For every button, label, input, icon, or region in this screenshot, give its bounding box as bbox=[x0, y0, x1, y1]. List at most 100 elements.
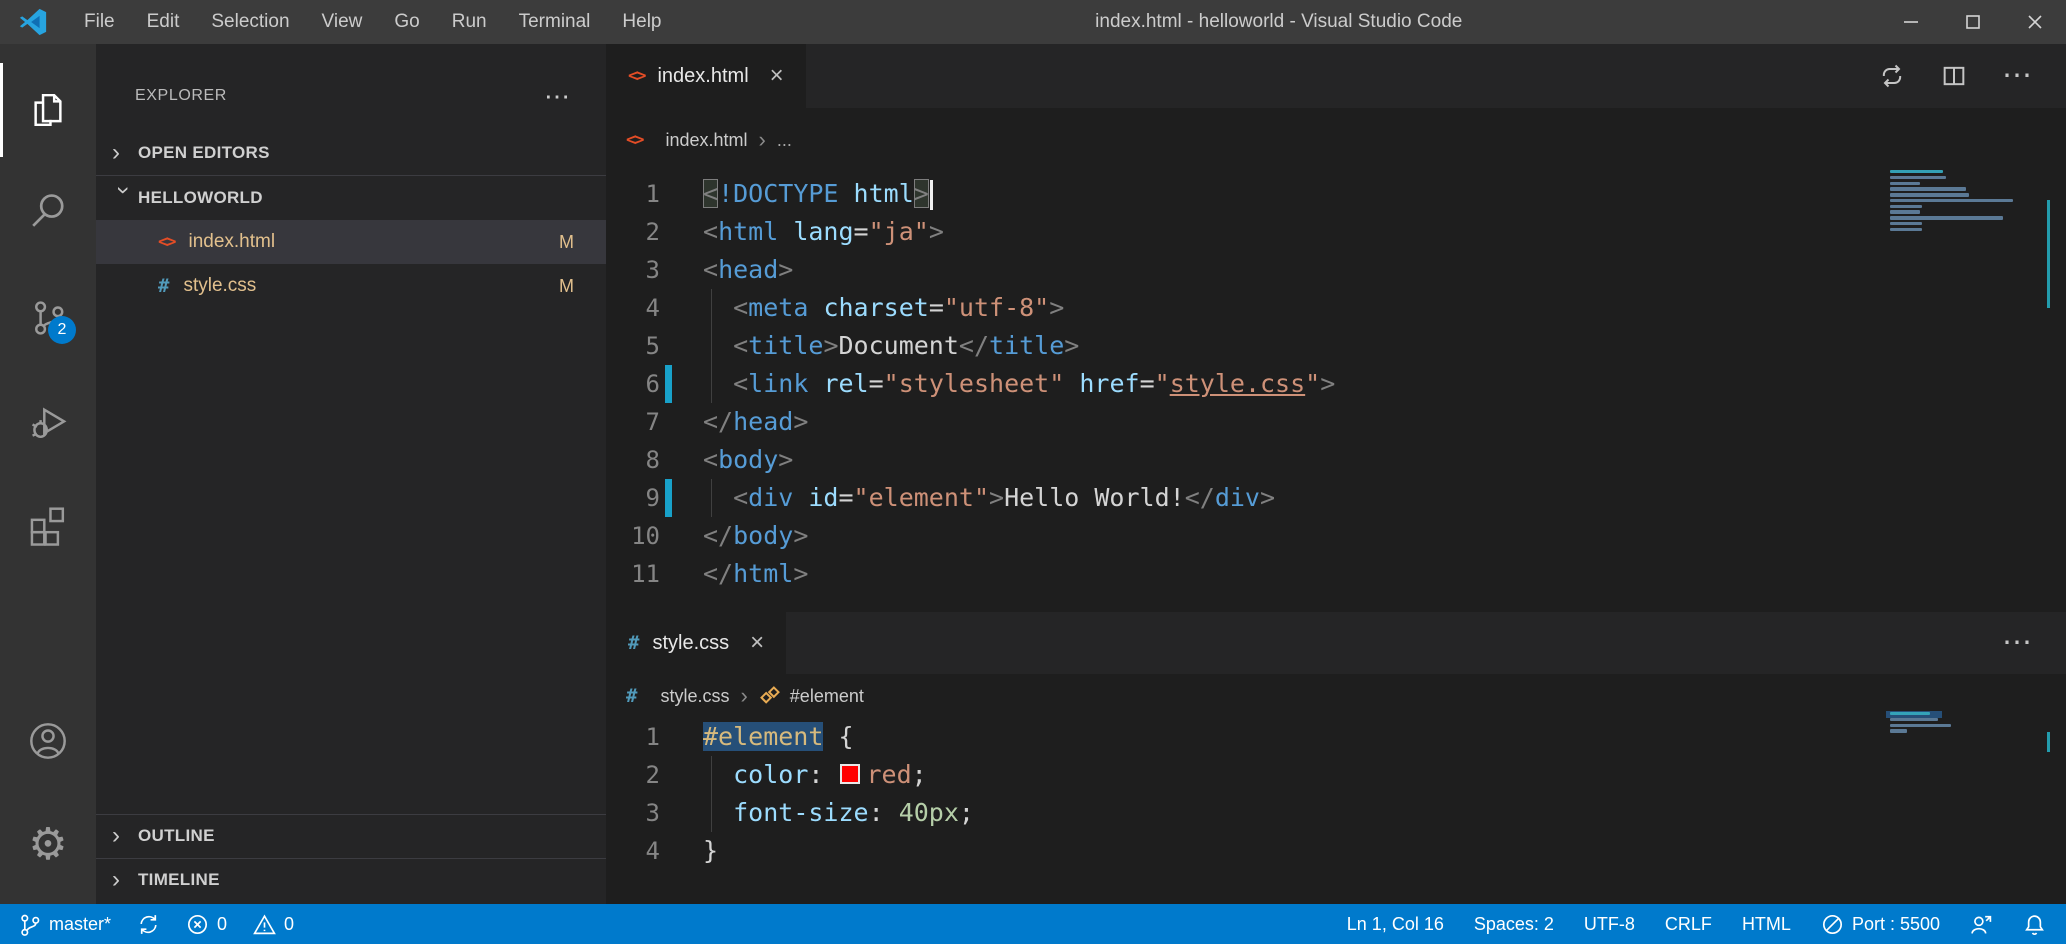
code-line[interactable]: 5 <title>Document</title> bbox=[606, 327, 2066, 365]
sidebar-item-extensions[interactable] bbox=[24, 502, 72, 550]
status-sync[interactable] bbox=[137, 904, 160, 944]
menu-terminal[interactable]: Terminal bbox=[503, 0, 607, 44]
breadcrumb[interactable]: <> index.html › ... bbox=[606, 118, 2066, 162]
code-line[interactable]: 3 font-size: 40px; bbox=[606, 794, 2066, 832]
status-label: UTF-8 bbox=[1584, 914, 1635, 935]
tab-style-css[interactable]: # style.css × bbox=[606, 612, 786, 674]
status-warnings[interactable]: 0 bbox=[253, 904, 294, 944]
maximize-button[interactable] bbox=[1942, 0, 2004, 44]
menu-view[interactable]: View bbox=[306, 0, 379, 44]
token: meta bbox=[748, 293, 808, 322]
breadcrumb[interactable]: # style.css › #element bbox=[606, 674, 2066, 718]
indent-guide bbox=[711, 756, 712, 832]
status-language-mode[interactable]: HTML bbox=[1742, 904, 1791, 944]
circle-slash-icon bbox=[1821, 913, 1844, 936]
line-number: 9 bbox=[606, 479, 660, 517]
status-cursor-position[interactable]: Ln 1, Col 16 bbox=[1347, 904, 1444, 944]
code-line[interactable]: 1<!DOCTYPE html> bbox=[606, 175, 2066, 213]
status-encoding[interactable]: UTF-8 bbox=[1584, 904, 1635, 944]
status-eol[interactable]: CRLF bbox=[1665, 904, 1712, 944]
token: = bbox=[929, 293, 944, 322]
breadcrumb-file[interactable]: style.css bbox=[660, 686, 729, 707]
section-open-editors[interactable]: › OPEN EDITORS bbox=[96, 131, 606, 175]
sidebar-item-search[interactable] bbox=[24, 187, 72, 235]
status-notifications[interactable] bbox=[2023, 904, 2046, 944]
file-style.css[interactable]: #style.cssM bbox=[96, 264, 606, 308]
status-feedback[interactable] bbox=[1970, 904, 1993, 944]
open-changes-icon[interactable] bbox=[1878, 62, 1906, 90]
color-swatch[interactable] bbox=[840, 764, 860, 784]
section-label: OPEN EDITORS bbox=[138, 143, 270, 163]
gutter bbox=[660, 794, 676, 832]
status-indentation[interactable]: Spaces: 2 bbox=[1474, 904, 1554, 944]
sidebar-item-explorer[interactable] bbox=[24, 86, 72, 134]
split-editor-icon[interactable] bbox=[1940, 62, 1968, 90]
token: html bbox=[838, 179, 913, 208]
search-icon bbox=[27, 190, 69, 232]
close-icon[interactable]: × bbox=[750, 629, 764, 657]
active-view-indicator bbox=[0, 63, 3, 157]
status-live-server-port[interactable]: Port : 5500 bbox=[1821, 904, 1940, 944]
code-line[interactable]: 8<body> bbox=[606, 441, 2066, 479]
code-editor-css[interactable]: 1#element {2 color: red;3 font-size: 40p… bbox=[606, 718, 2066, 870]
code-line[interactable]: 1#element { bbox=[606, 718, 2066, 756]
section-timeline[interactable]: › TIMELINE bbox=[96, 858, 606, 902]
line-number: 8 bbox=[606, 441, 660, 479]
minimap-line bbox=[1890, 210, 1920, 213]
tab-bar: <> index.html × ⋯ bbox=[606, 44, 2066, 108]
file-index.html[interactable]: <>index.htmlM bbox=[96, 220, 606, 264]
code-line[interactable]: 3<head> bbox=[606, 251, 2066, 289]
token bbox=[703, 369, 733, 398]
menu-edit[interactable]: Edit bbox=[131, 0, 196, 44]
menu-help[interactable]: Help bbox=[606, 0, 677, 44]
status-git-branch[interactable]: master* bbox=[18, 904, 111, 944]
code-line[interactable]: 2 color: red; bbox=[606, 756, 2066, 794]
tab-index-html[interactable]: <> index.html × bbox=[606, 44, 806, 108]
breadcrumb-symbol[interactable]: #element bbox=[790, 686, 864, 707]
code-line[interactable]: 9 <div id="element">Hello World!</div> bbox=[606, 479, 2066, 517]
extensions-icon bbox=[27, 505, 69, 547]
minimap[interactable] bbox=[1890, 170, 2040, 234]
menu-selection[interactable]: Selection bbox=[195, 0, 305, 44]
minimize-button[interactable] bbox=[1880, 0, 1942, 44]
code-line[interactable]: 10</body> bbox=[606, 517, 2066, 555]
status-label: Ln 1, Col 16 bbox=[1347, 914, 1444, 935]
close-button[interactable] bbox=[2004, 0, 2066, 44]
editor-group-css: # style.css × ⋯ # style.css › #element 1… bbox=[606, 612, 2066, 904]
token: href bbox=[1064, 369, 1139, 398]
settings-button[interactable]: ⚙ bbox=[24, 821, 72, 869]
status-label: Port : 5500 bbox=[1852, 914, 1940, 935]
accounts-button[interactable] bbox=[24, 717, 72, 765]
breadcrumb-file[interactable]: index.html bbox=[665, 130, 747, 151]
code-editor-html[interactable]: 1<!DOCTYPE html>2<html lang="ja">3<head>… bbox=[606, 175, 2066, 593]
minimap-line bbox=[1890, 170, 1943, 173]
close-icon[interactable]: × bbox=[770, 62, 784, 90]
menu-go[interactable]: Go bbox=[378, 0, 435, 44]
token: </ bbox=[1185, 483, 1215, 512]
menu-file[interactable]: File bbox=[68, 0, 131, 44]
token: = bbox=[838, 483, 853, 512]
code-line[interactable]: 2<html lang="ja"> bbox=[606, 213, 2066, 251]
css-file-icon: # bbox=[158, 275, 169, 297]
status-label: HTML bbox=[1742, 914, 1791, 935]
minimap-line bbox=[1890, 176, 1946, 179]
token: > bbox=[1064, 331, 1079, 360]
chevron-right-icon: › bbox=[757, 127, 768, 153]
menu-run[interactable]: Run bbox=[436, 0, 503, 44]
code-text: <html lang="ja"> bbox=[676, 213, 944, 251]
token: title bbox=[748, 331, 823, 360]
token: = bbox=[869, 369, 884, 398]
minimap[interactable] bbox=[1890, 712, 2040, 735]
section-outline[interactable]: › OUTLINE bbox=[96, 814, 606, 858]
code-line[interactable]: 4 <meta charset="utf-8"> bbox=[606, 289, 2066, 327]
section-folder-helloworld[interactable]: › HELLOWORLD bbox=[96, 176, 606, 220]
code-line[interactable]: 7</head> bbox=[606, 403, 2066, 441]
css-file-icon: # bbox=[628, 632, 639, 654]
sidebar-item-run-debug[interactable] bbox=[24, 398, 72, 446]
status-errors[interactable]: 0 bbox=[186, 904, 227, 944]
explorer-more-actions-button[interactable]: ⋯ bbox=[544, 70, 570, 122]
code-line[interactable]: 4} bbox=[606, 832, 2066, 870]
breadcrumb-suffix[interactable]: ... bbox=[777, 130, 792, 151]
code-line[interactable]: 11</html> bbox=[606, 555, 2066, 593]
code-line[interactable]: 6 <link rel="stylesheet" href="style.css… bbox=[606, 365, 2066, 403]
